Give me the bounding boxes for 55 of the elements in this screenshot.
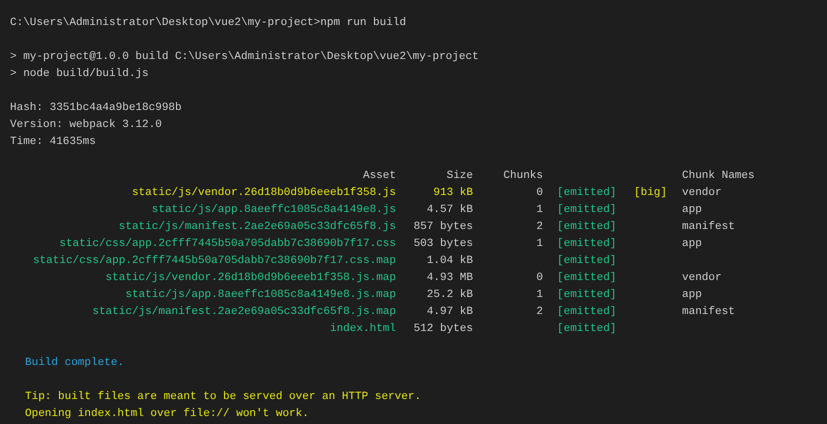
terminal-line: Hash: 3351bc4a4a9be18c998b (10, 101, 182, 116)
asset-name: static/css/app.2cfff7445b50a705dabb7c38690b7f17.css.map (32, 254, 396, 269)
emitted-status: [emitted] (557, 220, 616, 235)
chunk-name: manifest (682, 220, 735, 235)
asset-size: 4.93 MB (426, 271, 473, 286)
asset-name: static/js/vendor.26d18b0d9b6eeeb1f358.js (132, 186, 396, 201)
chunk-name: vendor (682, 186, 722, 201)
asset-name: static/js/app.8aeeffc1085c8a4149e8.js.map (125, 288, 396, 303)
terminal-line: Version: webpack 3.12.0 (10, 118, 162, 133)
asset-size: 857 bytes (414, 220, 473, 235)
asset-name: static/js/vendor.26d18b0d9b6eeeb1f358.js.map (106, 271, 396, 286)
asset-name: static/css/app.2cfff7445b50a705dabb7c38690b7f17.css (59, 237, 396, 252)
asset-name: static/js/app.8aeeffc1085c8a4149e8.js (152, 203, 396, 218)
asset-name: index.html (330, 322, 396, 337)
column-header: Asset (362, 169, 396, 184)
terminal-line: > node build/build.js (10, 67, 149, 82)
chunk-name: vendor (682, 271, 722, 286)
chunk-id: 2 (536, 305, 543, 320)
emitted-status: [emitted] (557, 271, 616, 286)
chunk-id: 1 (536, 237, 543, 252)
asset-size: 1.04 kB (426, 254, 473, 269)
chunk-id: 0 (536, 186, 543, 201)
column-header: Chunks (503, 169, 543, 184)
chunk-name: app (682, 203, 702, 218)
emitted-status: [emitted] (557, 203, 616, 218)
asset-size: 4.57 kB (426, 203, 473, 218)
chunk-id: 1 (536, 203, 543, 218)
tip-message: Tip: built files are meant to be served over an HTTP server. (24, 390, 422, 405)
asset-name: static/js/manifest.2ae2e69a05c33dfc65f8.js.map (92, 305, 396, 320)
chunk-id: 1 (536, 288, 543, 303)
asset-size: 913 kB (433, 186, 473, 201)
terminal-line: C:\Users\Administrator\Desktop\vue2\my-project>npm run build (10, 16, 406, 31)
asset-size: 4.97 kB (426, 305, 473, 320)
chunk-name: app (682, 237, 702, 252)
asset-size: 25.2 kB (426, 288, 473, 303)
asset-size: 512 bytes (414, 322, 473, 337)
chunk-id: 2 (536, 220, 543, 235)
emitted-status: [emitted] (557, 237, 616, 252)
chunk-name: app (682, 288, 702, 303)
size-warning: [big] (634, 186, 668, 201)
terminal-line: Time: 41635ms (10, 135, 96, 150)
tip-message: Opening index.html over file:// won't work. (24, 407, 309, 422)
column-header: Chunk Names (682, 169, 755, 184)
emitted-status: [emitted] (557, 186, 616, 201)
asset-size: 503 bytes (414, 237, 473, 252)
emitted-status: [emitted] (557, 322, 616, 337)
column-header: Size (446, 169, 473, 184)
chunk-id: 0 (536, 271, 543, 286)
asset-name: static/js/manifest.2ae2e69a05c33dfc65f8.js (118, 220, 396, 235)
emitted-status: [emitted] (557, 288, 616, 303)
emitted-status: [emitted] (557, 305, 616, 320)
emitted-status: [emitted] (557, 254, 616, 269)
status-message: Build complete. (24, 356, 124, 371)
chunk-name: manifest (682, 305, 735, 320)
terminal-line: > my-project@1.0.0 build C:\Users\Administrator\Desktop\vue2\my-project (10, 50, 479, 65)
